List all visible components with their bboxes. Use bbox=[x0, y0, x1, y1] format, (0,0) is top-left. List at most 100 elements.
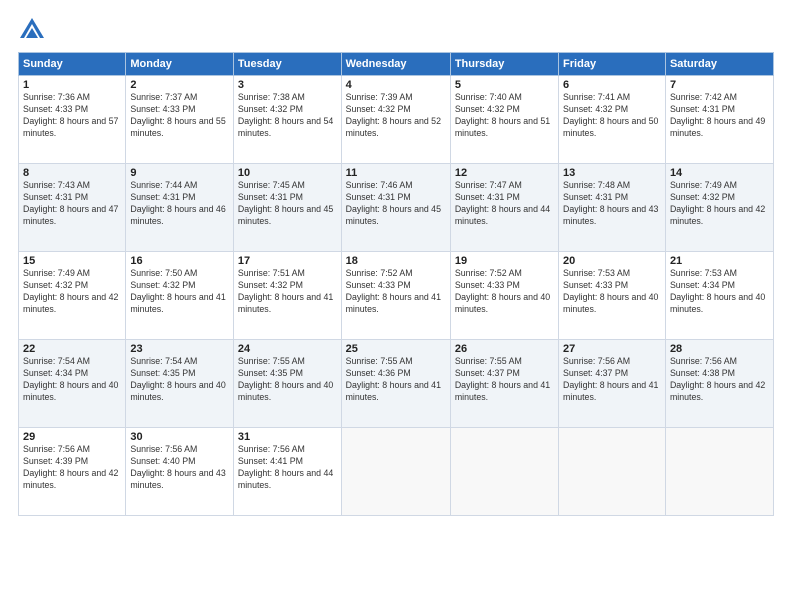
day-detail: Sunrise: 7:40 AM Sunset: 4:32 PM Dayligh… bbox=[455, 92, 554, 140]
column-header-monday: Monday bbox=[126, 53, 234, 76]
day-number: 30 bbox=[130, 431, 229, 443]
day-detail: Sunrise: 7:49 AM Sunset: 4:32 PM Dayligh… bbox=[670, 180, 769, 228]
day-number: 18 bbox=[346, 255, 446, 267]
day-detail: Sunrise: 7:56 AM Sunset: 4:39 PM Dayligh… bbox=[23, 444, 121, 492]
column-header-friday: Friday bbox=[559, 53, 666, 76]
day-number: 24 bbox=[238, 343, 337, 355]
day-detail: Sunrise: 7:38 AM Sunset: 4:32 PM Dayligh… bbox=[238, 92, 337, 140]
day-cell-14: 14Sunrise: 7:49 AM Sunset: 4:32 PM Dayli… bbox=[665, 164, 773, 252]
day-number: 23 bbox=[130, 343, 229, 355]
day-number: 31 bbox=[238, 431, 337, 443]
calendar-week-3: 15Sunrise: 7:49 AM Sunset: 4:32 PM Dayli… bbox=[19, 252, 774, 340]
day-number: 3 bbox=[238, 79, 337, 91]
column-header-tuesday: Tuesday bbox=[233, 53, 341, 76]
day-cell-22: 22Sunrise: 7:54 AM Sunset: 4:34 PM Dayli… bbox=[19, 340, 126, 428]
day-detail: Sunrise: 7:48 AM Sunset: 4:31 PM Dayligh… bbox=[563, 180, 661, 228]
day-number: 9 bbox=[130, 167, 229, 179]
day-detail: Sunrise: 7:54 AM Sunset: 4:34 PM Dayligh… bbox=[23, 356, 121, 404]
day-cell-7: 7Sunrise: 7:42 AM Sunset: 4:31 PM Daylig… bbox=[665, 76, 773, 164]
day-cell-23: 23Sunrise: 7:54 AM Sunset: 4:35 PM Dayli… bbox=[126, 340, 234, 428]
day-number: 6 bbox=[563, 79, 661, 91]
day-cell-27: 27Sunrise: 7:56 AM Sunset: 4:37 PM Dayli… bbox=[559, 340, 666, 428]
logo-icon bbox=[18, 16, 46, 44]
day-detail: Sunrise: 7:50 AM Sunset: 4:32 PM Dayligh… bbox=[130, 268, 229, 316]
calendar-week-5: 29Sunrise: 7:56 AM Sunset: 4:39 PM Dayli… bbox=[19, 428, 774, 516]
day-detail: Sunrise: 7:47 AM Sunset: 4:31 PM Dayligh… bbox=[455, 180, 554, 228]
day-number: 8 bbox=[23, 167, 121, 179]
day-number: 22 bbox=[23, 343, 121, 355]
page: SundayMondayTuesdayWednesdayThursdayFrid… bbox=[0, 0, 792, 612]
day-number: 11 bbox=[346, 167, 446, 179]
empty-cell bbox=[665, 428, 773, 516]
day-cell-17: 17Sunrise: 7:51 AM Sunset: 4:32 PM Dayli… bbox=[233, 252, 341, 340]
day-detail: Sunrise: 7:53 AM Sunset: 4:34 PM Dayligh… bbox=[670, 268, 769, 316]
day-cell-26: 26Sunrise: 7:55 AM Sunset: 4:37 PM Dayli… bbox=[450, 340, 558, 428]
calendar-week-4: 22Sunrise: 7:54 AM Sunset: 4:34 PM Dayli… bbox=[19, 340, 774, 428]
day-cell-28: 28Sunrise: 7:56 AM Sunset: 4:38 PM Dayli… bbox=[665, 340, 773, 428]
day-detail: Sunrise: 7:49 AM Sunset: 4:32 PM Dayligh… bbox=[23, 268, 121, 316]
day-cell-31: 31Sunrise: 7:56 AM Sunset: 4:41 PM Dayli… bbox=[233, 428, 341, 516]
day-detail: Sunrise: 7:55 AM Sunset: 4:37 PM Dayligh… bbox=[455, 356, 554, 404]
column-header-sunday: Sunday bbox=[19, 53, 126, 76]
day-cell-25: 25Sunrise: 7:55 AM Sunset: 4:36 PM Dayli… bbox=[341, 340, 450, 428]
column-header-saturday: Saturday bbox=[665, 53, 773, 76]
day-number: 26 bbox=[455, 343, 554, 355]
day-detail: Sunrise: 7:51 AM Sunset: 4:32 PM Dayligh… bbox=[238, 268, 337, 316]
day-cell-19: 19Sunrise: 7:52 AM Sunset: 4:33 PM Dayli… bbox=[450, 252, 558, 340]
day-cell-20: 20Sunrise: 7:53 AM Sunset: 4:33 PM Dayli… bbox=[559, 252, 666, 340]
day-number: 5 bbox=[455, 79, 554, 91]
day-number: 20 bbox=[563, 255, 661, 267]
logo bbox=[18, 16, 50, 44]
day-cell-4: 4Sunrise: 7:39 AM Sunset: 4:32 PM Daylig… bbox=[341, 76, 450, 164]
day-cell-21: 21Sunrise: 7:53 AM Sunset: 4:34 PM Dayli… bbox=[665, 252, 773, 340]
calendar-week-1: 1Sunrise: 7:36 AM Sunset: 4:33 PM Daylig… bbox=[19, 76, 774, 164]
day-number: 25 bbox=[346, 343, 446, 355]
header bbox=[18, 16, 774, 44]
day-number: 14 bbox=[670, 167, 769, 179]
day-number: 7 bbox=[670, 79, 769, 91]
column-header-thursday: Thursday bbox=[450, 53, 558, 76]
day-detail: Sunrise: 7:39 AM Sunset: 4:32 PM Dayligh… bbox=[346, 92, 446, 140]
day-detail: Sunrise: 7:55 AM Sunset: 4:35 PM Dayligh… bbox=[238, 356, 337, 404]
day-detail: Sunrise: 7:56 AM Sunset: 4:41 PM Dayligh… bbox=[238, 444, 337, 492]
day-detail: Sunrise: 7:45 AM Sunset: 4:31 PM Dayligh… bbox=[238, 180, 337, 228]
day-cell-11: 11Sunrise: 7:46 AM Sunset: 4:31 PM Dayli… bbox=[341, 164, 450, 252]
day-detail: Sunrise: 7:56 AM Sunset: 4:38 PM Dayligh… bbox=[670, 356, 769, 404]
day-cell-15: 15Sunrise: 7:49 AM Sunset: 4:32 PM Dayli… bbox=[19, 252, 126, 340]
day-detail: Sunrise: 7:46 AM Sunset: 4:31 PM Dayligh… bbox=[346, 180, 446, 228]
day-detail: Sunrise: 7:42 AM Sunset: 4:31 PM Dayligh… bbox=[670, 92, 769, 140]
day-number: 12 bbox=[455, 167, 554, 179]
day-detail: Sunrise: 7:52 AM Sunset: 4:33 PM Dayligh… bbox=[455, 268, 554, 316]
calendar-week-2: 8Sunrise: 7:43 AM Sunset: 4:31 PM Daylig… bbox=[19, 164, 774, 252]
day-cell-2: 2Sunrise: 7:37 AM Sunset: 4:33 PM Daylig… bbox=[126, 76, 234, 164]
day-number: 29 bbox=[23, 431, 121, 443]
day-detail: Sunrise: 7:56 AM Sunset: 4:40 PM Dayligh… bbox=[130, 444, 229, 492]
day-cell-13: 13Sunrise: 7:48 AM Sunset: 4:31 PM Dayli… bbox=[559, 164, 666, 252]
day-cell-30: 30Sunrise: 7:56 AM Sunset: 4:40 PM Dayli… bbox=[126, 428, 234, 516]
day-number: 17 bbox=[238, 255, 337, 267]
day-number: 2 bbox=[130, 79, 229, 91]
calendar-table: SundayMondayTuesdayWednesdayThursdayFrid… bbox=[18, 52, 774, 516]
column-header-wednesday: Wednesday bbox=[341, 53, 450, 76]
day-cell-9: 9Sunrise: 7:44 AM Sunset: 4:31 PM Daylig… bbox=[126, 164, 234, 252]
day-cell-12: 12Sunrise: 7:47 AM Sunset: 4:31 PM Dayli… bbox=[450, 164, 558, 252]
day-detail: Sunrise: 7:43 AM Sunset: 4:31 PM Dayligh… bbox=[23, 180, 121, 228]
day-detail: Sunrise: 7:37 AM Sunset: 4:33 PM Dayligh… bbox=[130, 92, 229, 140]
day-detail: Sunrise: 7:53 AM Sunset: 4:33 PM Dayligh… bbox=[563, 268, 661, 316]
day-cell-29: 29Sunrise: 7:56 AM Sunset: 4:39 PM Dayli… bbox=[19, 428, 126, 516]
empty-cell bbox=[559, 428, 666, 516]
day-cell-24: 24Sunrise: 7:55 AM Sunset: 4:35 PM Dayli… bbox=[233, 340, 341, 428]
day-number: 16 bbox=[130, 255, 229, 267]
day-cell-8: 8Sunrise: 7:43 AM Sunset: 4:31 PM Daylig… bbox=[19, 164, 126, 252]
day-number: 28 bbox=[670, 343, 769, 355]
day-detail: Sunrise: 7:44 AM Sunset: 4:31 PM Dayligh… bbox=[130, 180, 229, 228]
day-cell-5: 5Sunrise: 7:40 AM Sunset: 4:32 PM Daylig… bbox=[450, 76, 558, 164]
day-detail: Sunrise: 7:54 AM Sunset: 4:35 PM Dayligh… bbox=[130, 356, 229, 404]
empty-cell bbox=[341, 428, 450, 516]
day-detail: Sunrise: 7:41 AM Sunset: 4:32 PM Dayligh… bbox=[563, 92, 661, 140]
day-cell-3: 3Sunrise: 7:38 AM Sunset: 4:32 PM Daylig… bbox=[233, 76, 341, 164]
empty-cell bbox=[450, 428, 558, 516]
day-number: 1 bbox=[23, 79, 121, 91]
day-detail: Sunrise: 7:36 AM Sunset: 4:33 PM Dayligh… bbox=[23, 92, 121, 140]
day-cell-18: 18Sunrise: 7:52 AM Sunset: 4:33 PM Dayli… bbox=[341, 252, 450, 340]
